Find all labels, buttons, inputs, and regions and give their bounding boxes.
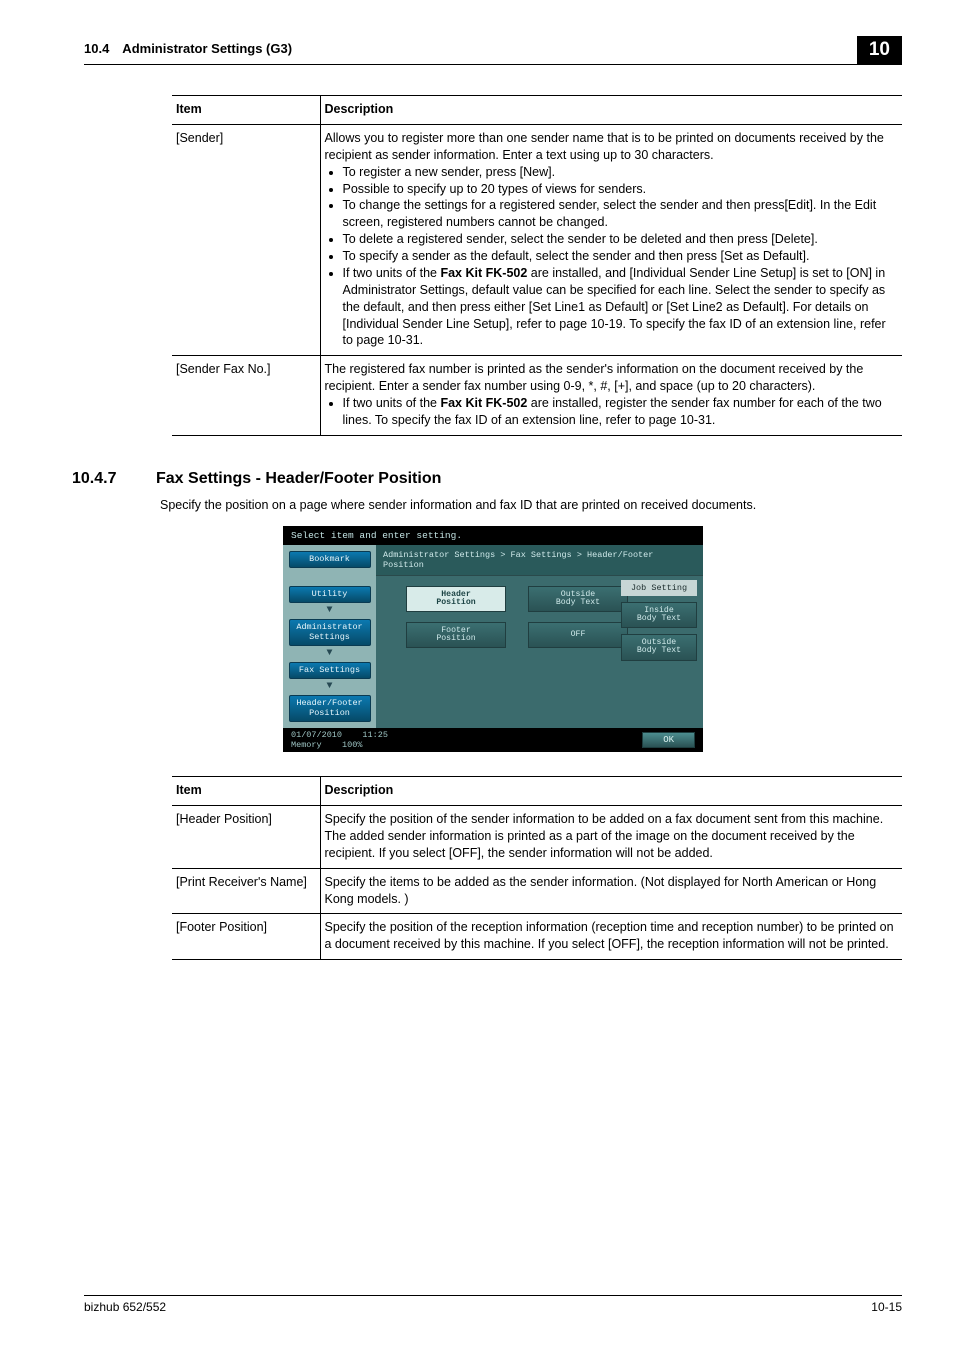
- status-memory-value: 100%: [342, 740, 362, 750]
- description-cell: Specify the position of the reception in…: [320, 914, 902, 960]
- item-cell: [Print Receiver's Name]: [172, 868, 320, 914]
- col-header-item: Item: [172, 777, 320, 806]
- item-cell: [Footer Position]: [172, 914, 320, 960]
- header-position-button[interactable]: Header Position: [406, 586, 506, 612]
- table-row: [Sender] Allows you to register more tha…: [172, 124, 902, 355]
- off-button[interactable]: OFF: [528, 622, 628, 648]
- embedded-screenshot: Select item and enter setting. Bookmark …: [283, 526, 703, 752]
- section-intro: Specify the position on a page where sen…: [160, 498, 902, 512]
- ok-button[interactable]: OK: [642, 732, 695, 748]
- item-cell: [Sender Fax No.]: [172, 356, 320, 436]
- table-row: [Sender Fax No.] The registered fax numb…: [172, 356, 902, 436]
- inside-body-text-button[interactable]: Inside Body Text: [621, 602, 697, 628]
- description-cell: Allows you to register more than one sen…: [320, 124, 902, 355]
- section-number: 10.4.7: [72, 470, 132, 488]
- status-time: 11:25: [362, 730, 388, 740]
- settings-table-sender: Item Description [Sender] Allows you to …: [172, 95, 902, 436]
- description-cell: The registered fax number is printed as …: [320, 356, 902, 436]
- description-cell: Specify the position of the sender infor…: [320, 806, 902, 869]
- chevron-down-icon: ▼: [326, 606, 332, 616]
- status-memory-label: Memory: [291, 740, 322, 750]
- breadcrumb: Administrator Settings > Fax Settings > …: [376, 545, 703, 576]
- section-heading: 10.4.7 Fax Settings - Header/Footer Posi…: [72, 470, 902, 488]
- footer-position-button[interactable]: Footer Position: [406, 622, 506, 648]
- table-row: [Header Position] Specify the position o…: [172, 806, 902, 869]
- outside-body-text-button[interactable]: Outside Body Text: [528, 586, 628, 612]
- section-title: Fax Settings - Header/Footer Position: [156, 470, 441, 488]
- footer-right: 10-15: [871, 1300, 902, 1314]
- item-cell: [Header Position]: [172, 806, 320, 869]
- footer-left: bizhub 652/552: [84, 1300, 166, 1314]
- running-footer: bizhub 652/552 10-15: [84, 1295, 902, 1314]
- chapter-number-box: 10: [857, 36, 902, 65]
- table-row: [Footer Position] Specify the position o…: [172, 914, 902, 960]
- running-header-text: 10.4 Administrator Settings (G3): [84, 41, 292, 56]
- sidebar-item[interactable]: Fax Settings: [289, 662, 371, 679]
- job-setting-label: Job Setting: [621, 580, 697, 596]
- sidebar-item[interactable]: Administrator Settings: [289, 619, 371, 646]
- sidebar-item[interactable]: Header/Footer Position: [289, 695, 371, 722]
- table-row: [Print Receiver's Name] Specify the item…: [172, 868, 902, 914]
- sidebar-item[interactable]: Utility: [289, 586, 371, 603]
- screenshot-statusbar: 01/07/2010 11:25 Memory 100% OK: [283, 728, 703, 752]
- outside-body-text-button[interactable]: Outside Body Text: [621, 634, 697, 660]
- col-header-item: Item: [172, 96, 320, 125]
- col-header-description: Description: [320, 777, 902, 806]
- chevron-down-icon: ▼: [326, 682, 332, 692]
- running-header: 10.4 Administrator Settings (G3) 10: [84, 36, 902, 65]
- bookmark-button[interactable]: Bookmark: [289, 551, 371, 568]
- screenshot-title: Select item and enter setting.: [283, 526, 703, 545]
- screenshot-sidebar: Bookmark Utility ▼ Administrator Setting…: [283, 545, 376, 728]
- status-date: 01/07/2010: [291, 730, 342, 740]
- description-cell: Specify the items to be added as the sen…: [320, 868, 902, 914]
- item-cell: [Sender]: [172, 124, 320, 355]
- col-header-description: Description: [320, 96, 902, 125]
- chevron-down-icon: ▼: [326, 649, 332, 659]
- settings-table-position: Item Description [Header Position] Speci…: [172, 776, 902, 960]
